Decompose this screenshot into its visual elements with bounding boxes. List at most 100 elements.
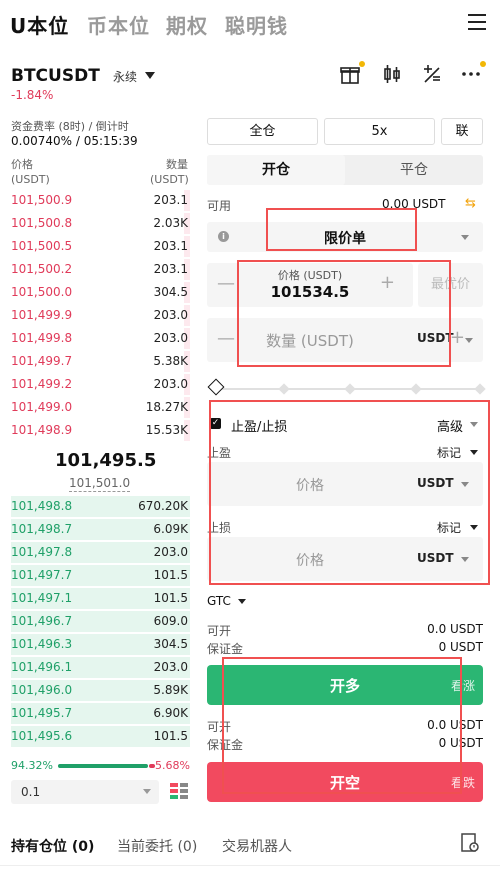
bid-price: 101,497.8 <box>11 545 73 559</box>
funding-rate-value: 0.00740% / 05:15:39 <box>11 134 138 148</box>
chevron-down-icon <box>461 557 469 562</box>
gift-icon[interactable] <box>339 61 365 85</box>
bid-qty: 670.20K <box>138 499 188 513</box>
tab-positions[interactable]: 持有仓位 (0) <box>11 836 94 856</box>
bid-price: 101,496.3 <box>11 637 73 651</box>
calculator-icon[interactable] <box>421 63 443 85</box>
sl-trigger-type[interactable]: 标记 <box>437 519 461 536</box>
ask-price: 101,500.5 <box>11 239 73 253</box>
tab-open[interactable]: 开仓 <box>207 155 345 185</box>
bid-row[interactable]: 101,495.6 101.5 <box>0 725 190 748</box>
ask-qty: 203.0 <box>153 308 188 322</box>
ask-row[interactable]: 101,500.0 304.5 <box>0 281 190 304</box>
orderbook-layout-icon[interactable] <box>170 783 188 805</box>
tab-usdt-m[interactable]: U本位 <box>10 10 69 39</box>
ask-price: 101,498.9 <box>11 423 73 437</box>
ask-row[interactable]: 101,500.5 203.1 <box>0 235 190 258</box>
funding-rate-label: 资金费率 (8时) / 倒计时 <box>11 120 129 133</box>
ask-row[interactable]: 101,499.9 203.0 <box>0 304 190 327</box>
tab-open-orders[interactable]: 当前委托 (0) <box>117 836 197 856</box>
bid-qty: 101.5 <box>153 568 188 582</box>
time-in-force-select[interactable]: GTC <box>207 594 231 608</box>
swap-icon[interactable]: ⇆ <box>465 196 476 211</box>
ask-qty: 15.53K <box>145 423 188 437</box>
tab-coin-m[interactable]: 币本位 <box>87 10 150 39</box>
quantity-input[interactable]: — 数量 (USDT) + USDT <box>207 318 483 362</box>
order-type-select[interactable]: i 限价单 <box>207 222 483 252</box>
bid-row[interactable]: 101,495.7 6.90K <box>0 702 190 725</box>
take-profit-price-input[interactable]: 价格 USDT <box>207 462 483 506</box>
ask-row[interactable]: 101,500.2 203.1 <box>0 258 190 281</box>
top-tabs: U本位 币本位 期权 聪明钱 <box>0 0 500 50</box>
bid-price: 101,497.1 <box>11 591 73 605</box>
contract-type: 永续 <box>113 70 138 84</box>
best-price-button[interactable]: 最优价 <box>418 263 483 307</box>
ask-price: 101,499.7 <box>11 354 73 368</box>
bid-row[interactable]: 101,497.8 203.0 <box>0 541 190 564</box>
symbol-name[interactable]: BTCUSDT <box>11 66 100 86</box>
menu-icon[interactable] <box>468 14 486 30</box>
ask-row[interactable]: 101,499.2 203.0 <box>0 373 190 396</box>
price-change: -1.84% <box>11 88 54 102</box>
tab-trading-bots[interactable]: 交易机器人 <box>222 836 292 856</box>
available-value: 0.00 USDT <box>382 197 446 211</box>
advanced-label[interactable]: 高级 <box>437 416 463 435</box>
margin-mode-button[interactable]: 全仓 <box>207 118 318 145</box>
ask-row[interactable]: 101,498.9 15.53K <box>0 419 190 442</box>
precision-select[interactable]: 0.1 <box>11 780 159 804</box>
tab-smart-money[interactable]: 聪明钱 <box>225 10 288 39</box>
ask-row[interactable]: 101,500.8 2.03K <box>0 212 190 235</box>
bid-row[interactable]: 101,496.0 5.89K <box>0 679 190 702</box>
tpsl-checkbox[interactable]: ✓ <box>210 418 221 429</box>
ask-price: 101,499.9 <box>11 308 73 322</box>
quantity-unit[interactable]: USDT <box>417 331 454 345</box>
last-price[interactable]: 101,495.5 <box>55 450 156 471</box>
open-short-button[interactable]: 开空 看跌 <box>207 762 483 802</box>
sl-unit[interactable]: USDT <box>417 551 454 565</box>
combine-button[interactable]: 联 <box>441 118 483 145</box>
tp-trigger-type[interactable]: 标记 <box>437 444 461 461</box>
openable-value: 0.0 USDT <box>427 622 483 636</box>
bid-row[interactable]: 101,496.1 203.0 <box>0 656 190 679</box>
bid-row[interactable]: 101,498.8 670.20K <box>0 495 190 518</box>
bottom-tabs: 持有仓位 (0) 当前委托 (0) 交易机器人 <box>0 826 500 866</box>
amount-slider-handle[interactable] <box>207 378 225 396</box>
bid-qty: 6.90K <box>153 706 188 720</box>
history-icon[interactable] <box>461 833 479 857</box>
price-increment-button[interactable]: + <box>380 272 395 293</box>
ask-qty: 203.0 <box>153 331 188 345</box>
open-long-button[interactable]: 开多 看涨 <box>207 665 483 705</box>
price-input[interactable]: — 价格 (USDT) 101534.5 + <box>207 263 413 307</box>
more-icon[interactable] <box>460 61 486 85</box>
bid-row[interactable]: 101,496.3 304.5 <box>0 633 190 656</box>
bid-row[interactable]: 101,496.7 609.0 <box>0 610 190 633</box>
chevron-down-icon[interactable] <box>145 72 155 79</box>
openable-label: 可开 <box>207 624 232 638</box>
bid-price: 101,496.7 <box>11 614 73 628</box>
open-long-label: 开多 <box>329 677 360 695</box>
bid-price: 101,498.8 <box>11 499 73 513</box>
chevron-down-icon <box>465 338 473 343</box>
stop-loss-price-input[interactable]: 价格 USDT <box>207 537 483 581</box>
open-close-toggle: 开仓 平仓 <box>207 155 483 185</box>
ask-row[interactable]: 101,499.0 18.27K <box>0 396 190 419</box>
chevron-down-icon <box>470 525 478 530</box>
bid-row[interactable]: 101,497.1 101.5 <box>0 587 190 610</box>
ask-row[interactable]: 101,499.8 203.0 <box>0 327 190 350</box>
ask-price: 101,499.2 <box>11 377 73 391</box>
openable-label-2: 可开 <box>207 720 232 734</box>
price-unit: (USDT) <box>11 173 50 186</box>
orderbook-price-header: 价格 (USDT) <box>11 157 50 187</box>
tab-options[interactable]: 期权 <box>166 10 208 39</box>
tp-unit[interactable]: USDT <box>417 476 454 490</box>
tab-close[interactable]: 平仓 <box>345 155 483 185</box>
ask-row[interactable]: 101,499.7 5.38K <box>0 350 190 373</box>
tpsl-label[interactable]: 止盈/止损 <box>231 416 287 435</box>
leverage-button[interactable]: 5x <box>324 118 435 145</box>
bid-qty: 304.5 <box>153 637 188 651</box>
ask-row[interactable]: 101,500.9 203.1 <box>0 189 190 212</box>
buy-ratio: 94.32% <box>11 759 53 772</box>
candlestick-icon[interactable] <box>381 63 403 85</box>
bid-row[interactable]: 101,498.7 6.09K <box>0 518 190 541</box>
bid-row[interactable]: 101,497.7 101.5 <box>0 564 190 587</box>
